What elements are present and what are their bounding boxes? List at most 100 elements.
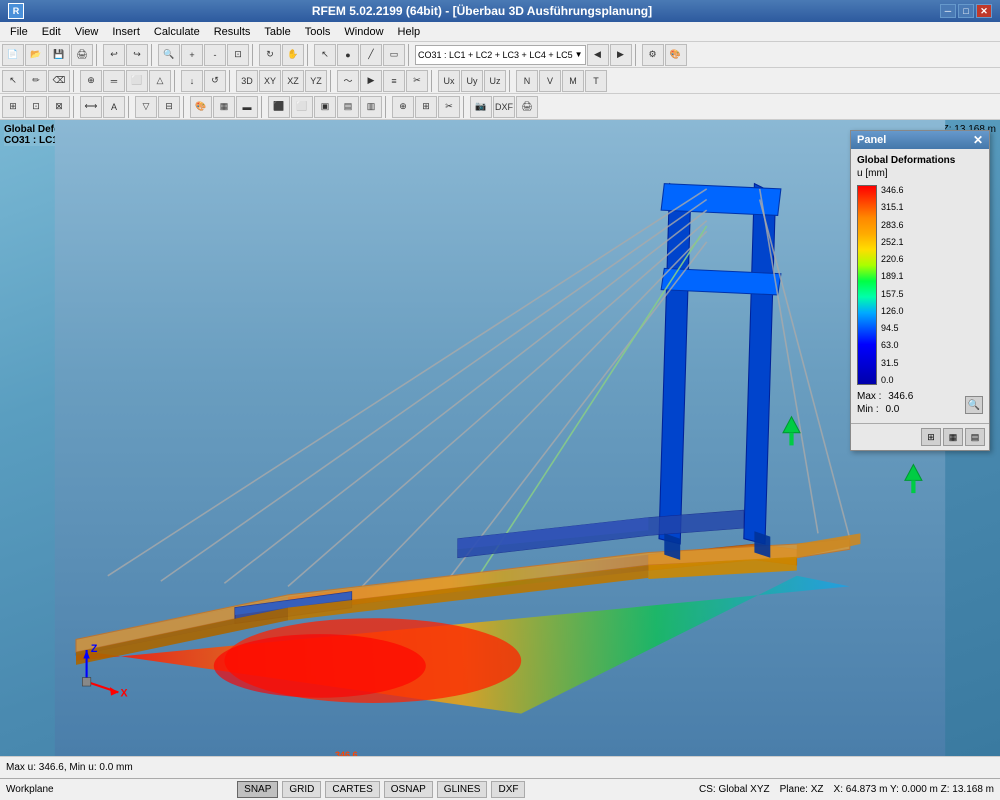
pan-btn[interactable]: ✋	[282, 44, 304, 66]
section-view2[interactable]: ⬜	[291, 96, 313, 118]
thick-btn[interactable]: ▬	[236, 96, 258, 118]
mat-btn[interactable]: ▦	[213, 96, 235, 118]
menu-results[interactable]: Results	[208, 24, 257, 40]
separator	[307, 44, 311, 66]
menu-window[interactable]: Window	[338, 24, 389, 40]
menu-table[interactable]: Table	[258, 24, 296, 40]
osnap-button[interactable]: OSNAP	[384, 781, 433, 798]
menu-insert[interactable]: Insert	[106, 24, 146, 40]
prev-case-btn[interactable]: ◀	[587, 44, 609, 66]
snap-btn3[interactable]: ⊠	[48, 96, 70, 118]
menu-tools[interactable]: Tools	[299, 24, 337, 40]
menu-file[interactable]: File	[4, 24, 34, 40]
node-add[interactable]: ⊕	[80, 70, 102, 92]
clipping-btn[interactable]: ✂	[438, 96, 460, 118]
iso-btn[interactable]: ≡	[383, 70, 405, 92]
plane-label: Plane: XZ	[780, 784, 824, 795]
minimize-button[interactable]: ─	[940, 4, 956, 18]
animate-btn[interactable]: ▶	[360, 70, 382, 92]
menu-bar: File Edit View Insert Calculate Results …	[0, 22, 1000, 42]
draw-btn[interactable]: ✏	[25, 70, 47, 92]
grid-vis-btn[interactable]: ⊞	[415, 96, 437, 118]
save-button[interactable]: 💾	[48, 44, 70, 66]
layer-btn[interactable]: ⊟	[158, 96, 180, 118]
member-add[interactable]: ═	[103, 70, 125, 92]
window-controls: ─ □ ✕	[940, 4, 992, 18]
separator-t3	[73, 96, 77, 118]
axes-btn[interactable]: ⊕	[392, 96, 414, 118]
color-btn[interactable]: 🎨	[190, 96, 212, 118]
extra-btn1[interactable]: N	[516, 70, 538, 92]
open-button[interactable]: 📂	[25, 44, 47, 66]
print2-btn[interactable]: 🖨	[516, 96, 538, 118]
separator2	[73, 70, 77, 92]
scale-val-2: 283.6	[881, 220, 904, 230]
surface-add[interactable]: ⬜	[126, 70, 148, 92]
menu-view[interactable]: View	[69, 24, 105, 40]
dxf-button[interactable]: DXF	[491, 781, 525, 798]
extra-btn4[interactable]: T	[585, 70, 607, 92]
surface-btn[interactable]: ▭	[383, 44, 405, 66]
panel-icon-2[interactable]: ▦	[943, 428, 963, 446]
view-yz[interactable]: YZ	[305, 70, 327, 92]
menu-calculate[interactable]: Calculate	[148, 24, 206, 40]
erase-btn[interactable]: ⌫	[48, 70, 70, 92]
rotate-btn[interactable]: ↻	[259, 44, 281, 66]
view-xz[interactable]: XZ	[282, 70, 304, 92]
panel-icon-3[interactable]: ▤	[965, 428, 985, 446]
section-btn[interactable]: ✂	[406, 70, 428, 92]
snap-btn2[interactable]: ⊡	[25, 96, 47, 118]
moment-add[interactable]: ↺	[204, 70, 226, 92]
scale-val-10: 31.5	[881, 358, 904, 368]
undo-button[interactable]: ↩	[103, 44, 125, 66]
node-btn[interactable]: ●	[337, 44, 359, 66]
select-btn[interactable]: ↖	[314, 44, 336, 66]
section-view1[interactable]: ⬛	[268, 96, 290, 118]
new-button[interactable]: 📄	[2, 44, 24, 66]
dim-btn[interactable]: ⟷	[80, 96, 102, 118]
zoom-out-btn[interactable]: -	[204, 44, 226, 66]
render-btn[interactable]: 🎨	[665, 44, 687, 66]
export-dxf[interactable]: DXF	[493, 96, 515, 118]
menu-edit[interactable]: Edit	[36, 24, 67, 40]
zoom-btn[interactable]: 🔍	[158, 44, 180, 66]
panel-title: Panel	[857, 134, 886, 146]
view-3d[interactable]: 3D	[236, 70, 258, 92]
deform-btn[interactable]: 〜	[337, 70, 359, 92]
shade-btn[interactable]: ▥	[360, 96, 382, 118]
cursor-btn[interactable]: ↖	[2, 70, 24, 92]
panel-icon-1[interactable]: ⊞	[921, 428, 941, 446]
export-img[interactable]: 📷	[470, 96, 492, 118]
view-xy[interactable]: XY	[259, 70, 281, 92]
snap-btn1[interactable]: ⊞	[2, 96, 24, 118]
cartes-button[interactable]: CARTES	[325, 781, 379, 798]
result-btn1[interactable]: Ux	[438, 70, 460, 92]
maximize-button[interactable]: □	[958, 4, 974, 18]
extra-btn2[interactable]: V	[539, 70, 561, 92]
load-add[interactable]: ↓	[181, 70, 203, 92]
zoom-fit-btn[interactable]: ⊡	[227, 44, 249, 66]
next-case-btn[interactable]: ▶	[610, 44, 632, 66]
close-button[interactable]: ✕	[976, 4, 992, 18]
snap-button[interactable]: SNAP	[237, 781, 278, 798]
result-btn3[interactable]: Uz	[484, 70, 506, 92]
filter-btn[interactable]: ▽	[135, 96, 157, 118]
menu-help[interactable]: Help	[392, 24, 427, 40]
text-btn[interactable]: A	[103, 96, 125, 118]
section-view3[interactable]: ▣	[314, 96, 336, 118]
display-settings[interactable]: ⚙	[642, 44, 664, 66]
extra-btn3[interactable]: M	[562, 70, 584, 92]
loadcase-dropdown[interactable]: CO31 : LC1 + LC2 + LC3 + LC4 + LC5 ▼	[415, 45, 586, 65]
panel-close-button[interactable]: ✕	[973, 133, 983, 147]
print-button[interactable]: 🖨	[71, 44, 93, 66]
support-add[interactable]: △	[149, 70, 171, 92]
glines-button[interactable]: GLINES	[437, 781, 488, 798]
result-btn2[interactable]: Uy	[461, 70, 483, 92]
grid-button[interactable]: GRID	[282, 781, 321, 798]
zoom-in-btn[interactable]: +	[181, 44, 203, 66]
render2-btn[interactable]: ▤	[337, 96, 359, 118]
line-btn[interactable]: ╱	[360, 44, 382, 66]
redo-button[interactable]: ↪	[126, 44, 148, 66]
viewport-3d[interactable]: Global Deformations u [mm] CO31 : LC1 + …	[0, 120, 1000, 756]
magnify-button[interactable]: 🔍	[965, 396, 983, 414]
